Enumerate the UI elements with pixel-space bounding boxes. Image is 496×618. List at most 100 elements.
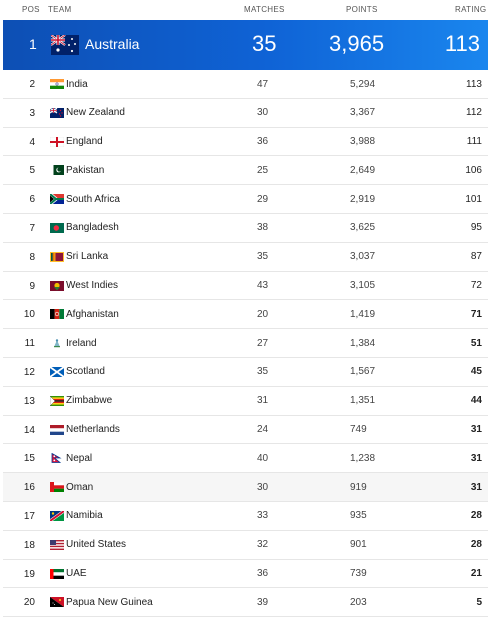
row-pos: 7 (29, 222, 35, 234)
row-pos: 20 (23, 597, 35, 609)
points-value: 1,419 (350, 308, 376, 320)
row-pos: 13 (23, 395, 35, 407)
matches-value: 25 (257, 164, 269, 176)
matches-value: 47 (257, 78, 269, 90)
table-row[interactable]: 11 Ireland 27 1,384 51 (3, 329, 488, 358)
team-name[interactable]: Scotland (66, 366, 105, 377)
rating-value: 28 (470, 539, 482, 551)
row-pos: 9 (29, 280, 35, 292)
rankings-table: 2 India 47 5,294 113 3 New Zealand 30 3,… (3, 70, 488, 618)
points-value: 901 (350, 539, 367, 551)
points-value: 1,351 (350, 395, 376, 407)
team-name[interactable]: Sri Lanka (66, 251, 108, 262)
table-row[interactable]: 14 Netherlands 24 749 31 (3, 416, 488, 445)
team-name[interactable]: Nepal (66, 453, 92, 464)
table-row[interactable]: 10 Afghanistan 20 1,419 71 (3, 300, 488, 330)
south-africa-flag-icon (50, 194, 64, 205)
table-row[interactable]: 6 South Africa 29 2,919 101 (3, 185, 488, 214)
points-value: 919 (350, 481, 367, 493)
matches-value: 31 (257, 395, 269, 407)
rating-value: 87 (470, 251, 482, 263)
rating-value: 113 (466, 78, 482, 90)
zimbabwe-flag-icon (50, 395, 64, 406)
points-value: 3,105 (350, 280, 376, 292)
team-name[interactable]: Namibia (66, 510, 103, 521)
table-row[interactable]: 9 West Indies 43 3,105 72 (3, 272, 488, 301)
team-name[interactable]: United States (66, 539, 126, 550)
uae-flag-icon (50, 568, 64, 579)
matches-value: 39 (257, 596, 269, 608)
namibia-flag-icon (50, 510, 64, 521)
matches-value: 29 (257, 193, 269, 205)
india-flag-icon (50, 79, 64, 89)
points-value: 2,919 (350, 193, 376, 205)
rating-value: 111 (466, 136, 482, 148)
table-row[interactable]: 2 India 47 5,294 113 (3, 70, 488, 99)
table-header: POS TEAM MATCHES POINTS RATING (0, 0, 496, 20)
row-pos: 5 (29, 165, 35, 177)
row-pos: 3 (29, 107, 35, 119)
papua-new-guinea-flag-icon (50, 597, 64, 608)
rating-value: 106 (465, 164, 482, 176)
team-name[interactable]: Afghanistan (66, 309, 119, 320)
team-name[interactable]: Pakistan (66, 165, 104, 176)
rating-value: 112 (466, 107, 482, 119)
rating-value: 21 (470, 568, 482, 580)
table-row[interactable]: 3 New Zealand 30 3,367 112 (3, 99, 488, 128)
top-ranked-row[interactable]: 1 Australia 35 3,965 113 (3, 20, 488, 70)
rating-value: 28 (470, 510, 482, 522)
table-row[interactable]: 20 Papua New Guinea 39 203 5 (3, 588, 488, 618)
row-pos: 19 (23, 568, 35, 580)
team-name[interactable]: Australia (85, 36, 139, 52)
header-points[interactable]: POINTS (346, 5, 378, 14)
row-pos: 16 (23, 482, 35, 494)
australia-flag-icon (51, 35, 79, 55)
table-row[interactable]: 17 Namibia 33 935 28 (3, 502, 488, 531)
table-row[interactable]: 4 England 36 3,988 111 (3, 128, 488, 157)
team-name[interactable]: Ireland (66, 338, 97, 349)
table-row[interactable]: 16 Oman 30 919 31 (3, 473, 488, 502)
matches-value: 36 (257, 568, 269, 580)
matches-value: 43 (257, 280, 269, 292)
team-name[interactable]: Netherlands (66, 424, 120, 435)
matches-value: 38 (257, 222, 269, 234)
team-name[interactable]: India (66, 79, 88, 90)
matches-value: 35 (257, 251, 269, 263)
table-row[interactable]: 12 Scotland 35 1,567 45 (3, 358, 488, 387)
team-name[interactable]: Zimbabwe (66, 395, 112, 406)
points-value: 1,238 (350, 452, 376, 464)
table-row[interactable]: 15 Nepal 40 1,238 31 (3, 444, 488, 474)
rating-value: 71 (470, 308, 482, 320)
table-row[interactable]: 19 UAE 36 739 21 (3, 560, 488, 589)
table-row[interactable]: 7 Bangladesh 38 3,625 95 (3, 214, 488, 243)
team-name[interactable]: England (66, 136, 103, 147)
points-value: 749 (350, 424, 367, 436)
rating-value: 31 (470, 424, 482, 436)
team-name[interactable]: Bangladesh (66, 222, 119, 233)
table-row[interactable]: 5 Pakistan 25 2,649 106 (3, 156, 488, 186)
row-pos: 10 (23, 309, 35, 321)
rating-value: 95 (470, 222, 482, 234)
netherlands-flag-icon (50, 424, 64, 435)
points-value: 3,965 (329, 31, 385, 56)
header-matches[interactable]: MATCHES (244, 5, 285, 14)
team-name[interactable]: West Indies (66, 280, 118, 291)
team-name[interactable]: Papua New Guinea (66, 597, 153, 608)
points-value: 3,367 (350, 107, 376, 119)
table-row[interactable]: 13 Zimbabwe 31 1,351 44 (3, 387, 488, 416)
points-value: 935 (350, 510, 367, 522)
points-value: 3,988 (350, 136, 376, 148)
united-states-flag-icon (50, 539, 64, 550)
team-name[interactable]: Oman (66, 482, 93, 493)
team-name[interactable]: South Africa (66, 194, 120, 205)
scotland-flag-icon (50, 366, 64, 377)
table-row[interactable]: 8 Sri Lanka 35 3,037 87 (3, 243, 488, 272)
team-name[interactable]: UAE (66, 568, 87, 579)
team-name[interactable]: New Zealand (66, 107, 125, 118)
rating-value: 31 (470, 481, 482, 493)
table-row[interactable]: 18 United States 32 901 28 (3, 531, 488, 560)
header-rating[interactable]: RATING (455, 5, 486, 14)
sri-lanka-flag-icon (50, 251, 64, 262)
matches-value: 36 (257, 136, 269, 148)
oman-flag-icon (50, 482, 64, 493)
